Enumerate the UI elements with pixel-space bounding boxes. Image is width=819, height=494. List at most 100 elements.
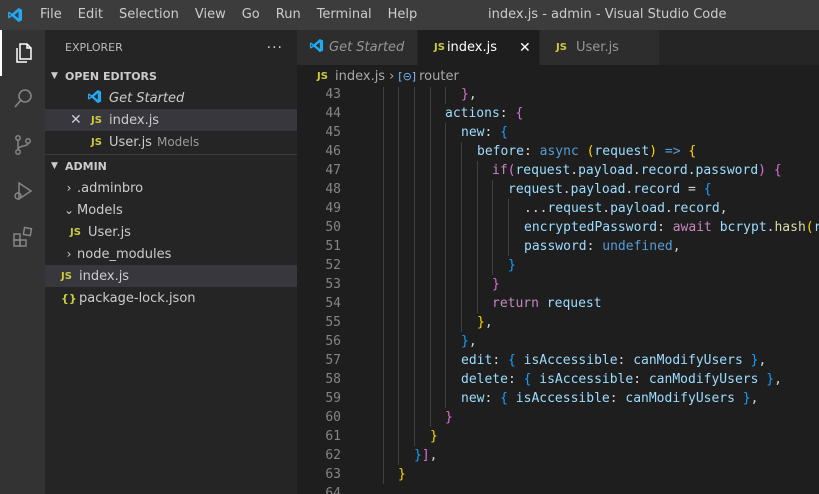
open-editors-section[interactable]: ▼ OPEN EDITORS	[45, 65, 297, 87]
tab-index-js[interactable]: JS index.js ✕	[418, 30, 540, 65]
code-token: .	[632, 163, 641, 178]
indent-guide	[398, 237, 399, 256]
indent-guide	[383, 446, 384, 465]
indent-guide	[383, 142, 384, 161]
indent-guide	[477, 180, 478, 199]
source-control-icon[interactable]	[0, 122, 45, 168]
line-number: 55	[325, 315, 341, 330]
line-number: 46	[325, 144, 341, 159]
code-token: request.payload.record.password, 10	[813, 220, 819, 235]
extensions-icon[interactable]	[0, 214, 45, 260]
menu-selection[interactable]: Selection	[111, 0, 187, 30]
menu-run[interactable]: Run	[268, 0, 309, 30]
code-token: {	[688, 144, 697, 159]
open-editor-get-started[interactable]: Get Started	[45, 87, 297, 109]
indent-guide	[477, 161, 478, 180]
line-text: encryptedPassword: await bcrypt.hash(req…	[524, 218, 819, 237]
indent-guide	[398, 161, 399, 180]
code-line: 55},	[297, 313, 819, 332]
line-text: },	[461, 332, 477, 351]
js-file-icon: JS	[61, 270, 72, 282]
code-token: ,	[750, 391, 759, 406]
tree-item-user-js[interactable]: JS User.js	[45, 221, 297, 243]
menu-file[interactable]: File	[30, 0, 70, 30]
open-editor-folder-desc: Models	[156, 135, 200, 149]
close-icon[interactable]: ✕	[70, 112, 82, 128]
title-bar: File Edit Selection View Go Run Terminal…	[0, 0, 819, 30]
explorer-title: EXPLORER	[65, 41, 123, 54]
explorer-icon[interactable]	[0, 30, 45, 76]
code-editor[interactable]: 43}, 44 actions: {45 new: {46 before: async …	[297, 87, 819, 494]
line-text: ...request.payload.record,	[524, 199, 728, 218]
js-file-icon: JS	[70, 226, 81, 238]
line-number: 49	[325, 201, 341, 216]
indent-guide	[383, 237, 384, 256]
code-token: canModifyUsers	[648, 372, 759, 387]
code-token: :	[484, 125, 501, 140]
tree-item-adminbro[interactable]: › .adminbro	[45, 177, 297, 199]
menu-go[interactable]: Go	[234, 0, 268, 30]
code-token: encryptedPassword	[524, 220, 658, 235]
code-token: record	[633, 182, 681, 197]
indent-guide	[430, 275, 431, 294]
line-text: }	[398, 465, 406, 484]
tree-item-package-lock[interactable]: {} package-lock.json	[45, 287, 297, 309]
menu-help[interactable]: Help	[380, 0, 426, 30]
open-editor-index-js[interactable]: ✕ JS index.js	[45, 109, 297, 131]
tree-item-index-js[interactable]: JS index.js	[45, 265, 297, 287]
code-token: {	[500, 125, 508, 140]
indent-guide	[398, 294, 399, 313]
indent-guide	[445, 87, 446, 104]
indent-guide	[383, 465, 384, 484]
indent-guide	[414, 427, 415, 446]
line-text: actions: {	[445, 104, 523, 123]
line-text: delete: { isAccessible: canModifyUsers }…	[461, 370, 782, 389]
indent-guide	[398, 256, 399, 275]
indent-guide	[414, 370, 415, 389]
tab-user-js[interactable]: JS User.js	[540, 30, 660, 65]
code-token: new	[461, 125, 485, 140]
indent-guide	[445, 218, 446, 237]
indent-guide	[383, 408, 384, 427]
code-token: :	[484, 391, 501, 406]
breadcrumb-file[interactable]: index.js	[335, 69, 385, 84]
code-token: isAccessible	[523, 353, 618, 368]
menu-view[interactable]: View	[187, 0, 234, 30]
code-token: .	[602, 201, 611, 216]
indent-guide	[398, 123, 399, 142]
indent-guide	[414, 332, 415, 351]
close-icon[interactable]: ✕	[519, 40, 531, 56]
code-token: ,	[429, 448, 438, 463]
code-token: }	[398, 467, 406, 482]
more-actions-icon[interactable]: ···	[267, 40, 283, 56]
tree-item-label: package-lock.json	[79, 290, 196, 306]
line-number: 59	[325, 391, 341, 406]
open-editor-user-js[interactable]: JS User.js Models	[45, 131, 297, 153]
indent-guide	[414, 199, 415, 218]
line-number: 56	[325, 334, 341, 349]
run-debug-icon[interactable]	[0, 168, 45, 214]
search-icon[interactable]	[0, 76, 45, 122]
menu-edit[interactable]: Edit	[70, 0, 111, 30]
tree-item-node-modules[interactable]: › node_modules	[45, 243, 297, 265]
indent-guide	[430, 294, 431, 313]
code-token: record	[640, 163, 688, 178]
tree-item-models[interactable]: ⌄ Models	[45, 199, 297, 221]
indent-guide	[445, 294, 446, 313]
indent-guide	[383, 427, 384, 446]
workspace-section[interactable]: ▼ ADMIN	[45, 155, 297, 177]
line-text: edit: { isAccessible: canModifyUsers },	[461, 351, 766, 370]
menu-terminal[interactable]: Terminal	[309, 0, 380, 30]
breadcrumb-symbol[interactable]: router	[419, 69, 459, 84]
indent-guide	[383, 389, 384, 408]
indent-guide	[414, 275, 415, 294]
indent-guide	[430, 161, 431, 180]
indent-guide	[430, 256, 431, 275]
tab-get-started[interactable]: Get Started	[297, 30, 418, 65]
indent-guide	[461, 142, 462, 161]
indent-guide	[398, 313, 399, 332]
